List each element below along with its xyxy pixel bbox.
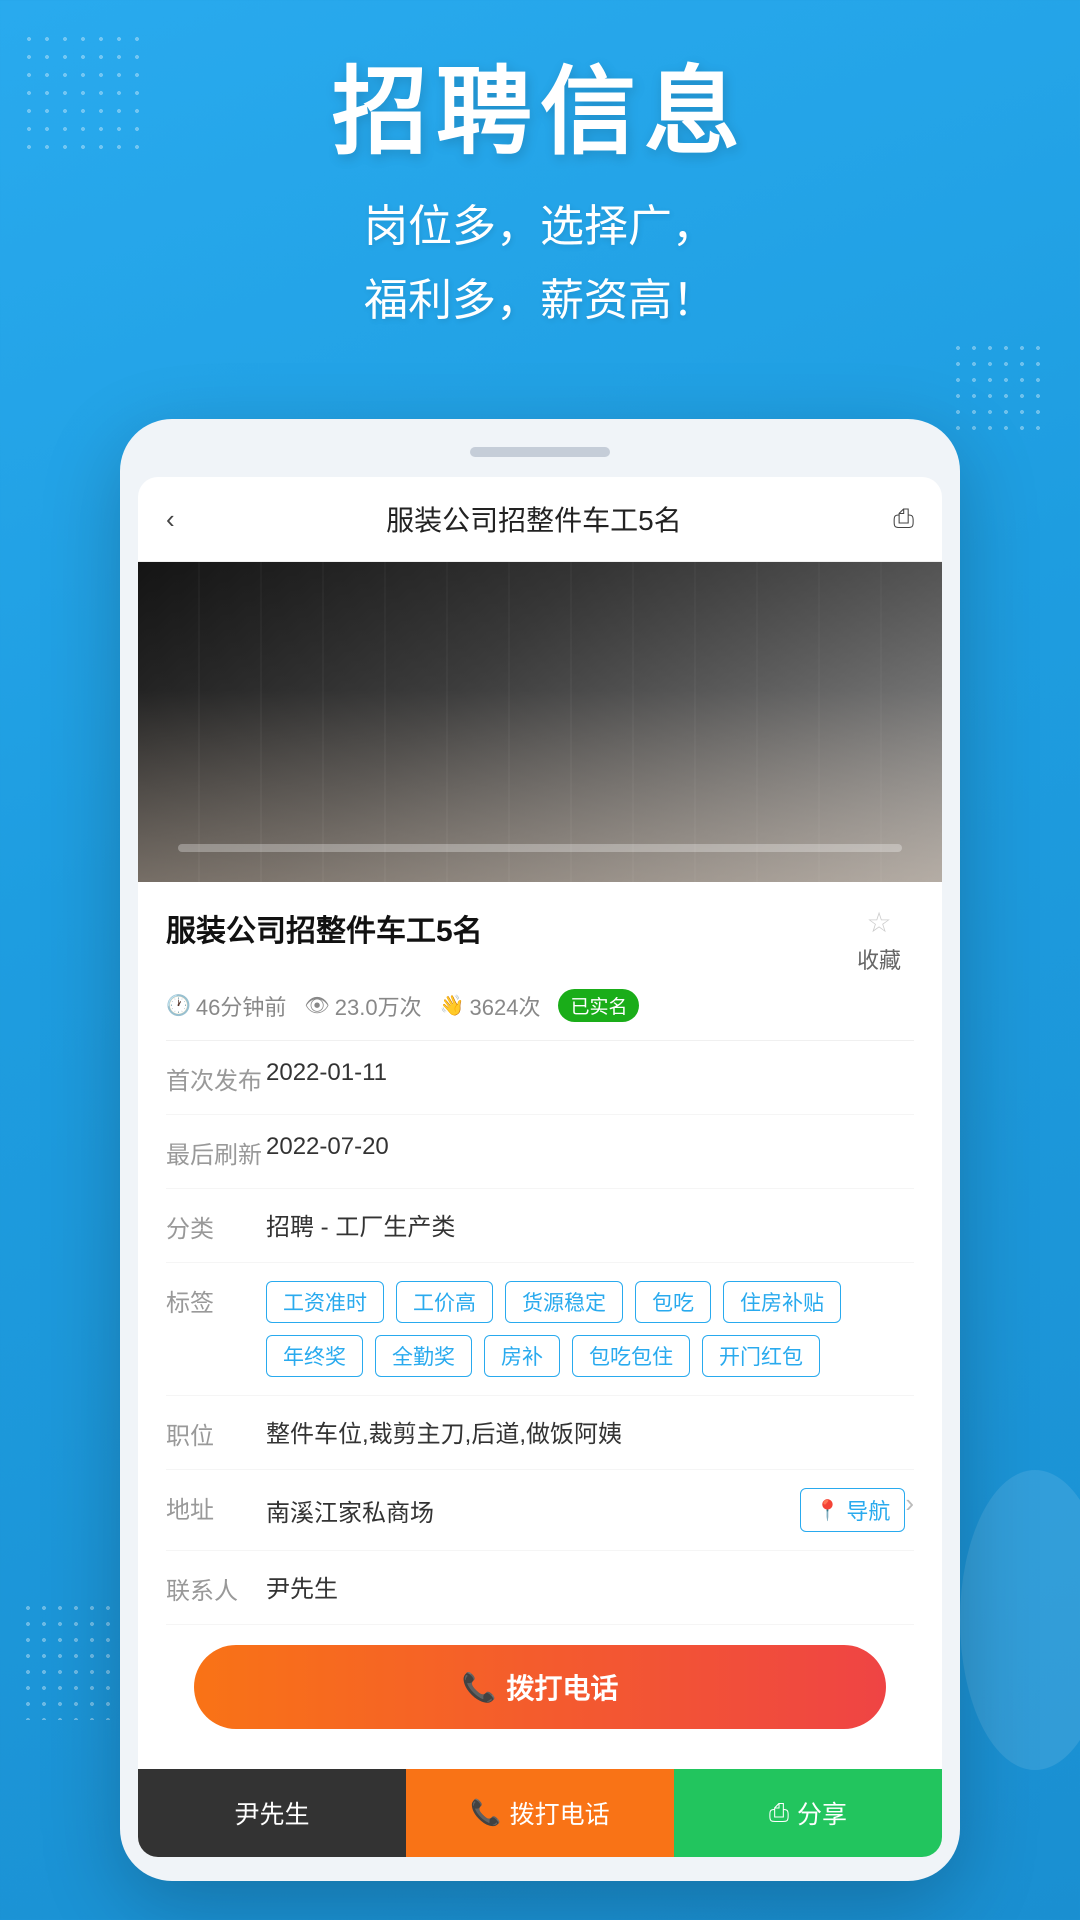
tags-label: 标签 — [166, 1281, 266, 1318]
address-value-row: 南溪江家私商场 📍 导航 — [266, 1488, 905, 1532]
eye-icon: 👁 — [304, 993, 329, 1018]
job-detail: 服装公司招整件车工5名 ☆ 收藏 🕐 46分钟前 👁 23.0万次 — [138, 882, 942, 1769]
nav-label: 导航 — [846, 1494, 890, 1526]
info-row-category: 分类 招聘 - 工厂生产类 — [166, 1189, 914, 1263]
nav-icon: 📍 — [815, 1498, 840, 1523]
tag-item: 工资准时 — [266, 1281, 384, 1323]
last-refresh-value: 2022-07-20 — [266, 1133, 914, 1161]
bottom-call-label: 拨打电话 — [510, 1795, 610, 1831]
tag-item: 包吃包住 — [572, 1335, 690, 1377]
star-icon: ☆ — [866, 906, 891, 939]
tags-wrap: 工资准时工价高货源稳定包吃住房补贴年终奖全勤奖房补包吃包住开门红包 — [266, 1281, 914, 1377]
tags-container: 工资准时工价高货源稳定包吃住房补贴年终奖全勤奖房补包吃包住开门红包 — [266, 1281, 914, 1377]
subtitle-line2: 福利多，薪资高！ — [364, 276, 716, 325]
job-image — [138, 562, 942, 882]
bottom-share-label: 分享 — [797, 1795, 847, 1831]
tag-item: 包吃 — [635, 1281, 711, 1323]
bottom-bar: 尹先生 📞 拨打电话 ⎙ 分享 — [138, 1769, 942, 1857]
job-image-inner — [138, 562, 942, 882]
address-label: 地址 — [166, 1488, 266, 1525]
job-title-row: 服装公司招整件车工5名 ☆ 收藏 — [166, 906, 914, 975]
call-icon-small: 📞 — [470, 1799, 501, 1828]
share-button[interactable]: ⎙ — [893, 503, 914, 535]
verified-badge: 已实名 — [558, 989, 639, 1022]
phone-notch — [470, 447, 610, 457]
info-row-tags: 标签 工资准时工价高货源稳定包吃住房补贴年终奖全勤奖房补包吃包住开门红包 — [166, 1263, 914, 1396]
first-publish-value: 2022-01-11 — [266, 1059, 914, 1087]
hand-icon: 👋 — [440, 993, 465, 1018]
phone-mockup: ‹ 服装公司招整件车工5名 ⎙ 服装公司招整件车工5名 ☆ 收藏 — [120, 419, 960, 1881]
phone-mockup-wrap: ‹ 服装公司招整件车工5名 ⎙ 服装公司招整件车工5名 ☆ 收藏 — [0, 419, 1080, 1881]
tag-item: 货源稳定 — [505, 1281, 623, 1323]
nav-button[interactable]: 📍 导航 — [800, 1488, 905, 1532]
dots-decoration-bl — [20, 1600, 130, 1720]
position-value: 整件车位,裁剪主刀,后道,做饭阿姨 — [266, 1414, 914, 1449]
back-button[interactable]: ‹ — [166, 504, 175, 535]
info-row-last-refresh: 最后刷新 2022-07-20 — [166, 1115, 914, 1189]
actions-count: 3624次 — [470, 990, 541, 1022]
category-value: 招聘 - 工厂生产类 — [266, 1207, 914, 1242]
views-meta: 👁 23.0万次 — [304, 990, 421, 1022]
position-label: 职位 — [166, 1414, 266, 1451]
time-ago: 46分钟前 — [196, 990, 286, 1022]
share-icon-small: ⎙ — [769, 1799, 789, 1828]
views-count: 23.0万次 — [335, 990, 422, 1022]
info-row-position: 职位 整件车位,裁剪主刀,后道,做饭阿姨 — [166, 1396, 914, 1470]
category-label: 分类 — [166, 1207, 266, 1244]
dots-decoration-tl — [20, 30, 150, 160]
tag-item: 工价高 — [396, 1281, 493, 1323]
tag-item: 全勤奖 — [375, 1335, 472, 1377]
dots-decoration-tr — [950, 340, 1050, 440]
page-subtitle: 岗位多，选择广， 福利多，薪资高！ — [40, 190, 1040, 340]
chevron-right-icon: › — [905, 1488, 914, 1519]
address-text: 南溪江家私商场 — [266, 1493, 434, 1528]
job-image-table — [178, 844, 902, 852]
call-btn-wrap: 📞 拨打电话 — [166, 1625, 914, 1753]
collect-area[interactable]: ☆ 收藏 — [844, 906, 914, 975]
contact-label: 联系人 — [166, 1569, 266, 1606]
bottom-contact-button[interactable]: 尹先生 — [138, 1769, 406, 1857]
top-bar: ‹ 服装公司招整件车工5名 ⎙ — [138, 477, 942, 562]
page-title: 招聘信息 — [40, 60, 1040, 166]
call-button[interactable]: 📞 拨打电话 — [194, 1645, 886, 1729]
top-bar-title: 服装公司招整件车工5名 — [386, 499, 682, 539]
time-meta: 🕐 46分钟前 — [166, 990, 286, 1022]
collect-label: 收藏 — [857, 943, 901, 975]
bottom-contact-label: 尹先生 — [234, 1795, 309, 1831]
tag-item: 开门红包 — [702, 1335, 820, 1377]
inner-screen: ‹ 服装公司招整件车工5名 ⎙ 服装公司招整件车工5名 ☆ 收藏 — [138, 477, 942, 1857]
phone-icon: 📞 — [462, 1671, 497, 1704]
bottom-call-button[interactable]: 📞 拨打电话 — [406, 1769, 674, 1857]
tag-item: 住房补贴 — [723, 1281, 841, 1323]
time-icon: 🕐 — [166, 993, 191, 1018]
tag-item: 年终奖 — [266, 1335, 363, 1377]
last-refresh-label: 最后刷新 — [166, 1133, 266, 1170]
first-publish-label: 首次发布 — [166, 1059, 266, 1096]
bottom-share-button[interactable]: ⎙ 分享 — [674, 1769, 942, 1857]
info-row-first-publish: 首次发布 2022-01-11 — [166, 1041, 914, 1115]
info-table: 首次发布 2022-01-11 最后刷新 2022-07-20 分类 招聘 - … — [166, 1040, 914, 1625]
info-row-address: 地址 南溪江家私商场 📍 导航 › — [166, 1470, 914, 1551]
job-meta: 🕐 46分钟前 👁 23.0万次 👋 3624次 已实名 — [166, 989, 914, 1022]
subtitle-line1: 岗位多，选择广， — [364, 202, 716, 251]
job-title: 服装公司招整件车工5名 — [166, 906, 844, 950]
actions-meta: 👋 3624次 — [440, 990, 541, 1022]
call-btn-label: 拨打电话 — [506, 1667, 618, 1707]
contact-value: 尹先生 — [266, 1569, 914, 1604]
header-section: 招聘信息 岗位多，选择广， 福利多，薪资高！ — [0, 0, 1080, 379]
tag-item: 房补 — [484, 1335, 560, 1377]
info-row-contact: 联系人 尹先生 — [166, 1551, 914, 1625]
